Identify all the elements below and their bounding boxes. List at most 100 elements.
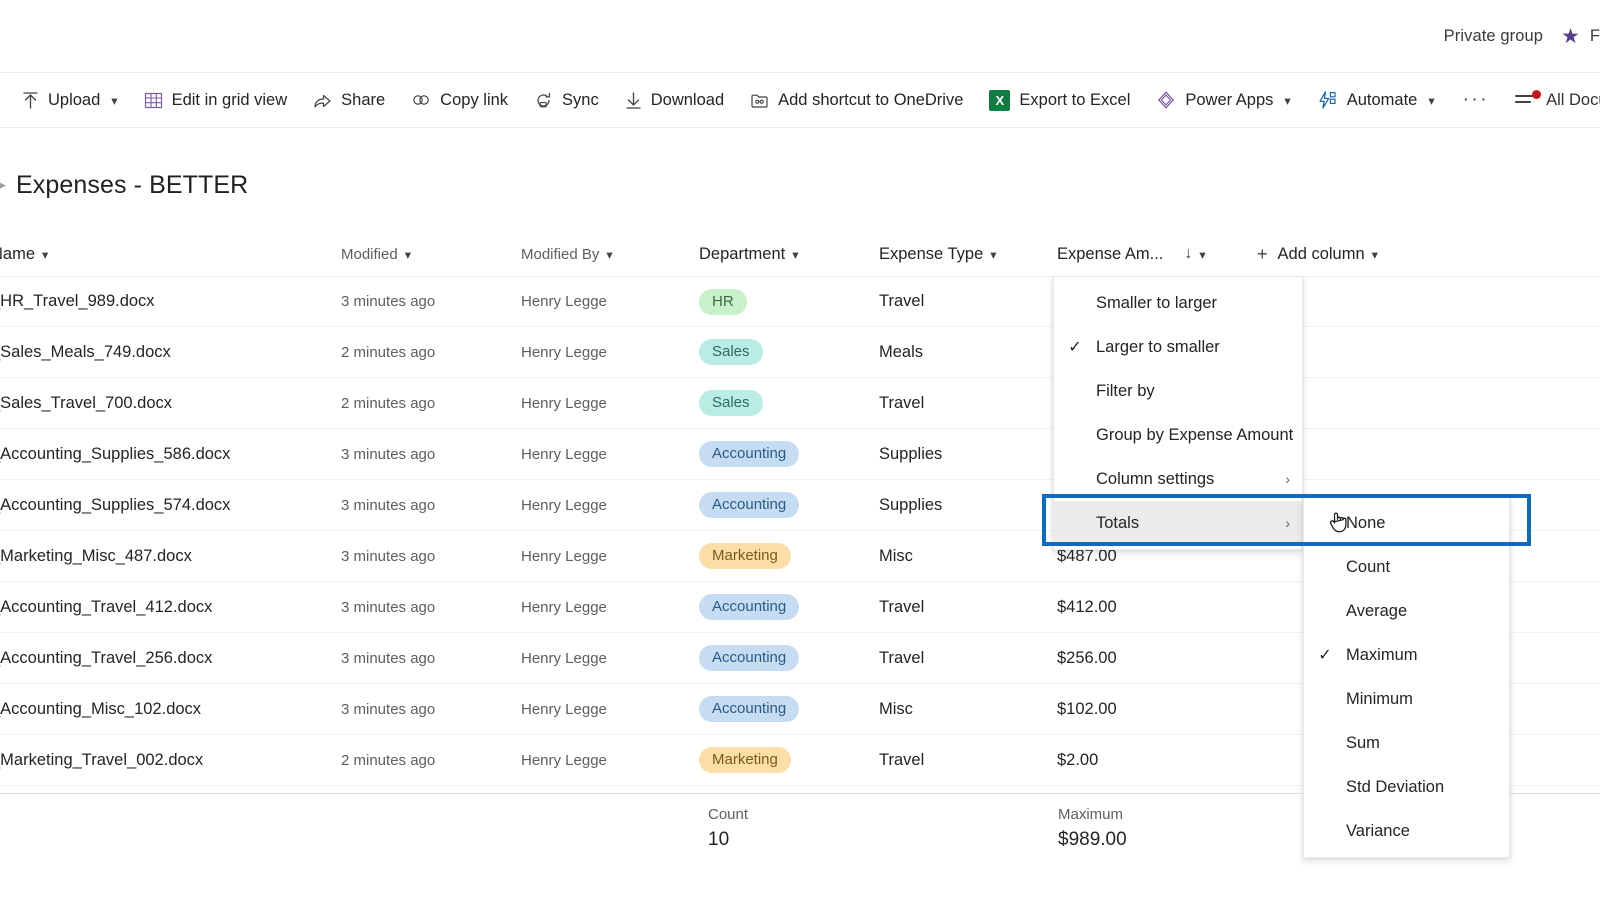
file-name-cell[interactable]: _Accounting_Misc_102.docx bbox=[0, 700, 341, 719]
modified-by-cell: Henry Legge bbox=[521, 445, 607, 463]
department-badge: Accounting bbox=[699, 594, 800, 620]
totals-option-variance[interactable]: Variance bbox=[1304, 809, 1509, 853]
column-header-modified-by[interactable]: Modified By ▾ bbox=[521, 246, 699, 263]
expense-amount-cell: $412.00 bbox=[1057, 597, 1117, 616]
share-button[interactable]: Share bbox=[303, 80, 395, 120]
column-header-name[interactable]: Name ▾ bbox=[0, 245, 341, 264]
chevron-down-icon[interactable]: ▾ bbox=[42, 247, 48, 262]
menu-item-column-settings[interactable]: Column settings › bbox=[1054, 457, 1302, 501]
expense-type-cell: Misc bbox=[879, 699, 913, 718]
column-header-department[interactable]: Department ▾ bbox=[699, 245, 879, 264]
file-name-cell[interactable]: _Accounting_Supplies_586.docx bbox=[0, 445, 341, 464]
file-name-cell[interactable]: _Marketing_Misc_487.docx bbox=[0, 547, 341, 566]
power-apps-button[interactable]: Power Apps ▾ bbox=[1146, 80, 1300, 120]
modified-by-cell: Henry Legge bbox=[521, 700, 607, 718]
department-cell: Accounting bbox=[699, 696, 879, 722]
modified-by-cell: Henry Legge bbox=[521, 649, 607, 667]
totals-option-label: Count bbox=[1346, 557, 1391, 576]
menu-item-filter-by[interactable]: Filter by bbox=[1054, 369, 1302, 413]
chevron-down-icon[interactable]: ▾ bbox=[1284, 93, 1290, 108]
table-row[interactable]: _Sales_Meals_749.docx 2 minutes ago Henry … bbox=[0, 327, 1600, 378]
chevron-right-icon: › bbox=[1285, 471, 1290, 487]
automate-button[interactable]: Automate ▾ bbox=[1307, 80, 1445, 120]
totals-option-maximum[interactable]: ✓ Maximum bbox=[1304, 633, 1509, 677]
column-header-label: Name bbox=[0, 244, 36, 263]
sync-button[interactable]: Sync bbox=[524, 80, 609, 120]
star-icon[interactable]: ★ bbox=[1561, 26, 1580, 47]
file-name-cell[interactable]: _Accounting_Travel_412.docx bbox=[0, 598, 341, 617]
department-cell: Accounting bbox=[699, 492, 879, 518]
file-name-cell[interactable]: _HR_Travel_989.docx bbox=[0, 292, 341, 311]
sort-descending-icon: ↓ bbox=[1184, 245, 1193, 262]
export-to-excel-button[interactable]: X Export to Excel bbox=[979, 80, 1140, 120]
department-badge: Accounting bbox=[699, 696, 800, 722]
totals-option-count[interactable]: Count bbox=[1304, 545, 1509, 589]
add-shortcut-to-onedrive-button[interactable]: Add shortcut to OneDrive bbox=[740, 80, 973, 120]
column-header-label: Modified bbox=[341, 245, 398, 263]
chevron-down-icon[interactable]: ▾ bbox=[405, 247, 411, 262]
copy-link-label: Copy link bbox=[440, 90, 509, 109]
expense-type-cell: Meals bbox=[879, 342, 924, 361]
totals-option-label: Minimum bbox=[1346, 689, 1413, 708]
download-button[interactable]: Download bbox=[615, 80, 734, 120]
add-column-button[interactable]: + Add column ▾ bbox=[1257, 244, 1378, 265]
expense-amount-cell: $256.00 bbox=[1057, 648, 1117, 667]
chevron-down-icon[interactable]: ▾ bbox=[111, 93, 117, 108]
chevron-down-icon[interactable]: ▾ bbox=[1199, 247, 1205, 262]
totals-option-average[interactable]: Average bbox=[1304, 589, 1509, 633]
department-cell: Accounting bbox=[699, 441, 879, 467]
view-selector[interactable]: All Docum bbox=[1515, 90, 1600, 110]
plus-icon: + bbox=[1257, 243, 1268, 264]
file-name-cell[interactable]: _Accounting_Travel_256.docx bbox=[0, 649, 341, 668]
column-header-expense-amount[interactable]: Expense Am... ↓ ▾ bbox=[1057, 245, 1257, 264]
modified-cell: 2 minutes ago bbox=[341, 751, 436, 769]
department-badge: Accounting bbox=[699, 645, 800, 671]
column-context-menu: Smaller to larger ✓ Larger to smaller Filte… bbox=[1053, 276, 1303, 550]
file-name-cell[interactable]: _Marketing_Travel_002.docx bbox=[0, 751, 341, 770]
menu-item-group-by-expense-amount[interactable]: Group by Expense Amount bbox=[1054, 413, 1302, 457]
totals-option-sum[interactable]: Sum bbox=[1304, 721, 1509, 765]
expense-type-cell: Travel bbox=[879, 393, 925, 412]
menu-item-larger-to-smaller[interactable]: ✓ Larger to smaller bbox=[1054, 325, 1302, 369]
table-row[interactable]: _HR_Travel_989.docx 3 minutes ago Henry Le… bbox=[0, 276, 1600, 327]
upload-button[interactable]: Upload ▾ bbox=[12, 80, 128, 120]
chevron-down-icon[interactable]: ▾ bbox=[1428, 93, 1434, 108]
totals-option-label: Sum bbox=[1346, 733, 1380, 752]
department-badge: Accounting bbox=[699, 441, 800, 467]
menu-item-totals[interactable]: Totals › bbox=[1054, 501, 1302, 545]
file-name-cell[interactable]: _Sales_Meals_749.docx bbox=[0, 343, 341, 362]
edit-in-grid-view-button[interactable]: Edit in grid view bbox=[134, 80, 298, 120]
file-name-cell[interactable]: _Sales_Travel_700.docx bbox=[0, 394, 341, 413]
upload-label: Upload bbox=[48, 90, 101, 109]
column-header-expense-type[interactable]: Expense Type ▾ bbox=[879, 245, 1057, 264]
department-cell: Accounting bbox=[699, 594, 879, 620]
expense-type-cell: Travel bbox=[879, 750, 925, 769]
chevron-down-icon[interactable]: ▾ bbox=[1372, 247, 1378, 262]
modified-cell: 3 minutes ago bbox=[341, 547, 436, 565]
menu-item-smaller-to-larger[interactable]: Smaller to larger bbox=[1054, 281, 1302, 325]
top-bar-truncated-label[interactable]: F bbox=[1590, 27, 1600, 46]
column-header-modified[interactable]: Modified ▾ bbox=[341, 246, 521, 263]
column-header-label: Expense Am... bbox=[1057, 244, 1164, 263]
table-row[interactable]: _Sales_Travel_700.docx 2 minutes ago Henry… bbox=[0, 378, 1600, 429]
more-commands-button[interactable]: ··· bbox=[1451, 80, 1501, 120]
totals-option-minimum[interactable]: Minimum bbox=[1304, 677, 1509, 721]
file-name-cell[interactable]: _Accounting_Supplies_574.docx bbox=[0, 496, 341, 515]
table-row[interactable]: _Accounting_Supplies_586.docx 3 minutes a… bbox=[0, 429, 1600, 480]
chevron-right-icon[interactable]: ▶ bbox=[0, 177, 6, 193]
share-icon bbox=[313, 91, 332, 110]
link-icon bbox=[411, 91, 431, 110]
totals-option-std-deviation[interactable]: Std Deviation bbox=[1304, 765, 1509, 809]
page-title-row: ▶ Expenses - BETTER bbox=[0, 160, 1600, 210]
download-icon bbox=[625, 91, 642, 110]
modified-by-cell: Henry Legge bbox=[521, 547, 607, 565]
onedrive-shortcut-icon bbox=[750, 91, 769, 110]
department-cell: Sales bbox=[699, 390, 879, 416]
private-group-label: Private group bbox=[1443, 26, 1544, 45]
department-badge: Sales bbox=[699, 339, 763, 365]
copy-link-button[interactable]: Copy link bbox=[401, 80, 518, 120]
department-badge: Marketing bbox=[699, 543, 791, 569]
chevron-down-icon[interactable]: ▾ bbox=[606, 247, 612, 262]
chevron-down-icon[interactable]: ▾ bbox=[990, 247, 996, 262]
chevron-down-icon[interactable]: ▾ bbox=[792, 247, 798, 262]
